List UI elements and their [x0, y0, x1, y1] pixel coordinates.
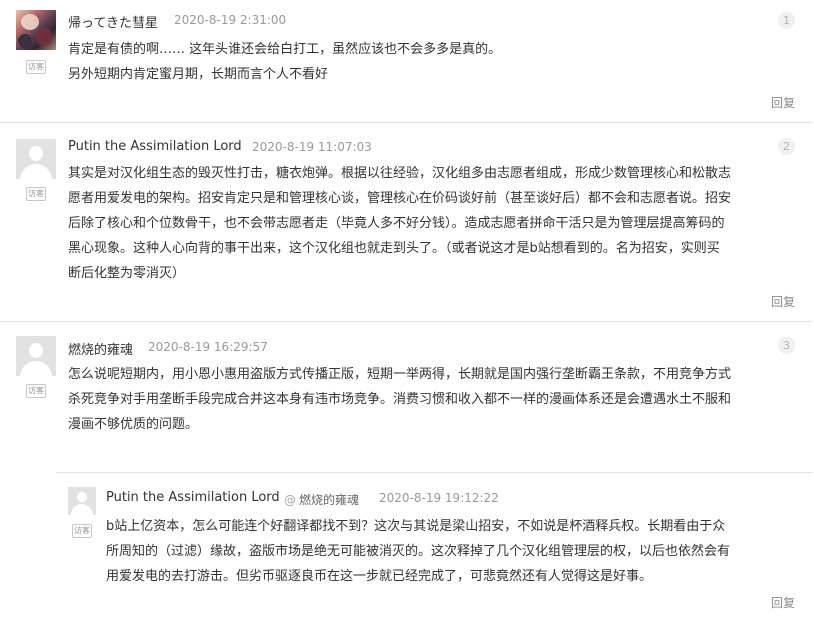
floor-number: 1	[778, 12, 795, 29]
comment-content: 其实是对汉化组生态的毁灭性打击，糖衣炮弹。根据以往经验，汉化组多由志愿者组成，形…	[68, 161, 798, 286]
default-user-icon[interactable]	[16, 139, 56, 179]
comment-line: 漫画不够优质的问题。	[68, 417, 199, 432]
comment-item: 访客 燃烧的雍魂 2020-8-19 16:29:57 3 怎么说呢短期内，用小…	[0, 322, 812, 621]
comment-line: 怎么说呢短期内，用小恩小惠用盗版方式传播正版，短期一举两得，长期就是国内强行垄断…	[68, 367, 732, 382]
visitor-badge: 访客	[26, 60, 46, 74]
reply-button[interactable]: 回复	[771, 293, 795, 310]
comment-line: 断后化整为零消灭）	[68, 266, 186, 281]
comment-line: 黑心现象。这种人心向背的事干出来，这个汉化组也就走到头了。（或者说这才是b站想看…	[68, 241, 720, 256]
floor-number: 2	[778, 138, 795, 155]
reply-line: 所周知的（过滤）缘故，盗版市场是绝无可能被消灭的。这次释掉了几个汉化组管理层的权…	[106, 544, 731, 559]
reply-button[interactable]: 回复	[771, 94, 795, 111]
comment-line: 杀死竞争对手用垄断手段完成合并这本身有违市场竞争。消费习惯和收入都不一样的漫画体…	[68, 392, 732, 407]
at-icon: @	[284, 493, 296, 507]
floor-number: 3	[778, 337, 795, 354]
anime-avatar-icon[interactable]	[16, 10, 56, 50]
comment-author[interactable]: 帰ってきた彗星	[68, 12, 158, 31]
reply-to-user[interactable]: @ 燃烧的雍魂	[284, 491, 359, 508]
comment-time: 2020-8-19 16:29:57	[148, 340, 268, 354]
nested-reply: 访客 Putin the Assimilation Lord @ 燃烧的雍魂 20…	[56, 472, 812, 621]
comment-line: 后除了核心和个位数骨干，也不会带志愿者走（毕竟人多不好分钱）。造成志愿者拼命干活…	[68, 216, 725, 231]
comment-line: 愿者用爱发电的架构。招安肯定只是和管理核心谈，管理核心在价码谈好前（甚至谈好后）…	[68, 191, 732, 206]
comment-line: 其实是对汉化组生态的毁灭性打击，糖衣炮弹。根据以往经验，汉化组多由志愿者组成，形…	[68, 166, 732, 181]
reply-button[interactable]: 回复	[771, 594, 795, 611]
comment-content: 怎么说呢短期内，用小恩小惠用盗版方式传播正版，短期一举两得，长期就是国内强行垄断…	[68, 362, 798, 437]
comment-item: 访客 Putin the Assimilation Lord 2020-8-19…	[0, 123, 812, 322]
reply-line: 用爱发电的去打游击。但劣币驱逐良币在这一步就已经完成了，可悲竟然还有人觉得这是好…	[106, 569, 653, 584]
visitor-badge: 访客	[26, 187, 46, 201]
reply-author[interactable]: Putin the Assimilation Lord	[106, 490, 280, 505]
default-user-icon[interactable]	[68, 487, 96, 515]
comment-time: 2020-8-19 2:31:00	[174, 13, 287, 27]
default-user-icon[interactable]	[16, 336, 56, 376]
visitor-badge: 访客	[72, 524, 92, 538]
comment-line: 肯定是有债的啊…… 这年头谁还会给白打工，虽然应该也不会多多是真的。	[68, 42, 502, 57]
comment-time: 2020-8-19 11:07:03	[252, 140, 372, 154]
reply-line: b站上亿资本，怎么可能连个好翻译都找不到？这次与其说是梁山招安，不如说是杯酒释兵…	[106, 519, 726, 534]
reply-content: b站上亿资本，怎么可能连个好翻译都找不到？这次与其说是梁山招安，不如说是杯酒释兵…	[106, 514, 796, 589]
comment-author[interactable]: Putin the Assimilation Lord	[68, 139, 242, 154]
comment-author[interactable]: 燃烧的雍魂	[68, 339, 133, 358]
reply-time: 2020-8-19 19:12:22	[379, 491, 499, 505]
reply-to-name[interactable]: 燃烧的雍魂	[299, 493, 359, 507]
comment-item: 访客 帰ってきた彗星 2020-8-19 2:31:00 1 肯定是有债的啊………	[0, 0, 812, 123]
visitor-badge: 访客	[26, 384, 46, 398]
comment-content: 肯定是有债的啊…… 这年头谁还会给白打工，虽然应该也不会多多是真的。 另外短期内…	[68, 37, 798, 87]
comment-line: 另外短期内肯定蜜月期，长期而言个人不看好	[68, 67, 329, 82]
